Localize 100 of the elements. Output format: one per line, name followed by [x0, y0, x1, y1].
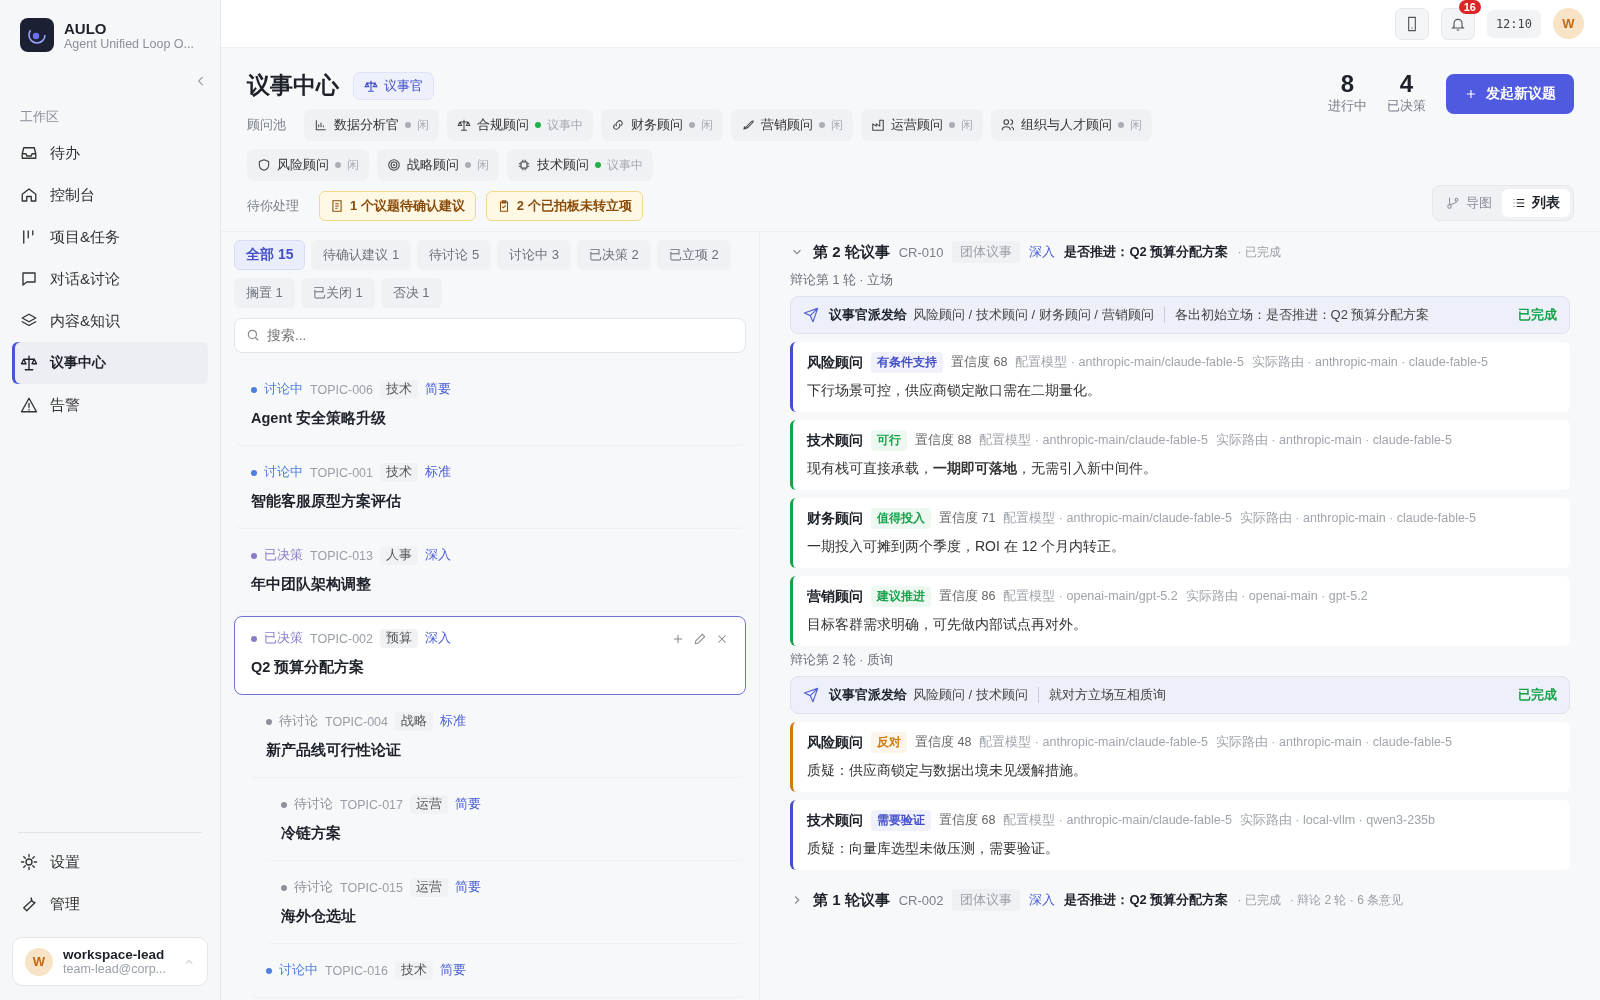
advisor-name: 风险顾问: [807, 733, 863, 752]
confidence: 置信度 68: [951, 354, 1008, 371]
plus-icon: [1464, 87, 1478, 101]
filter-tab[interactable]: 否决 1: [380, 278, 442, 308]
topic-item[interactable]: 待讨论 TOPIC-004 战略 标准 新产品线可行性论证: [249, 699, 746, 778]
nav-item[interactable]: 控制台: [12, 174, 208, 216]
advisor-chip[interactable]: 财务顾问 闲: [601, 109, 723, 141]
nav-item[interactable]: 管理: [12, 883, 208, 925]
section-label: 工作区: [19, 108, 60, 126]
route-info: 实际路由 · anthropic-main · claude-fable-5: [1215, 432, 1452, 449]
topic-tag: 运营: [410, 878, 448, 897]
advisor-chip[interactable]: 组织与人才顾问 闲: [991, 109, 1152, 141]
stance-tag: 建议推进: [871, 586, 931, 607]
depth-label: 深入: [425, 547, 451, 564]
topic-status: 讨论中: [279, 962, 318, 979]
filter-tab[interactable]: 搁置 1: [234, 278, 295, 308]
document-icon: [330, 199, 344, 213]
advisor-status: 闲: [1130, 116, 1142, 134]
topic-status: 已决策: [264, 547, 303, 564]
round-label: 辩论第 1 轮 · 立场: [790, 272, 894, 289]
inbox-icon: [20, 144, 38, 162]
stat-label: 进行中: [1328, 98, 1367, 115]
topic-item[interactable]: 讨论中 TOPIC-016 技术 简要: [249, 948, 746, 998]
filter-tab[interactable]: 已关闭 1: [300, 278, 375, 308]
topic-title: Agent 安全策略升级: [251, 409, 388, 428]
advisor-chip[interactable]: 风险顾问 闲: [247, 149, 369, 181]
model-info: 配置模型 · anthropic-main/claude-fable-5: [1015, 354, 1244, 371]
advisor-chip[interactable]: 数据分析官 闲: [304, 109, 439, 141]
filter-tab[interactable]: 待确认建议 1: [311, 240, 412, 270]
advisor-chip[interactable]: 战略顾问 闲: [377, 149, 499, 181]
pending-label: 待你处理: [247, 197, 299, 215]
advisor-name: 技术顾问: [807, 431, 863, 450]
depth-label: 简要: [455, 796, 481, 813]
model-info: 配置模型 · openai-main/gpt-5.2: [1003, 588, 1178, 605]
topic-id: TOPIC-017: [340, 797, 403, 812]
nav-item[interactable]: 设置: [12, 841, 208, 883]
stance-tag: 反对: [871, 732, 907, 753]
filter-tab[interactable]: 已立项 2: [656, 240, 731, 270]
view-tab[interactable]: 列表: [1502, 189, 1570, 217]
filter-tab[interactable]: 全部 15: [234, 240, 306, 270]
topic-item[interactable]: 讨论中 TOPIC-001 技术 标准 智能客服原型方案评估: [234, 450, 746, 529]
nav-item[interactable]: 告警: [12, 384, 208, 426]
user-email: team-lead@corp...: [63, 962, 167, 976]
topic-tag: 运营: [410, 795, 448, 814]
advisor-name: 风险顾问: [807, 353, 863, 372]
opinion-text: 一期投入可摊到两个季度，ROI 在 12 个月内转正。: [807, 538, 1127, 556]
depth-label: 标准: [425, 464, 451, 481]
device-button[interactable]: [1394, 7, 1429, 40]
branch-icon: [1446, 196, 1460, 210]
model-info: 配置模型 · anthropic-main/claude-fable-5: [979, 734, 1208, 751]
depth-label: 深入: [1029, 243, 1056, 261]
pending-button[interactable]: 1 个议题待确认建议: [319, 191, 476, 221]
session-code: CR-010: [898, 244, 944, 260]
advisor-name: 财务顾问: [807, 509, 863, 528]
route-info: 实际路由 · anthropic-main · claude-fable-5: [1215, 734, 1452, 751]
session-title: 第 1 轮议事: [813, 890, 890, 910]
topic-item[interactable]: 已决策 TOPIC-013 人事 深入 年中团队架构调整: [234, 533, 746, 612]
model-info: 配置模型 · anthropic-main/claude-fable-5: [1003, 812, 1232, 829]
opinion-text: 质疑：供应商锁定与数据出境未见缓解措施。: [807, 762, 1088, 780]
session-status: · 已完成: [1237, 243, 1281, 261]
advisor-chip[interactable]: 营销顾问 闲: [731, 109, 853, 141]
filter-tab[interactable]: 已决策 2: [577, 240, 651, 270]
user-name: workspace-lead: [63, 947, 166, 962]
nav-item[interactable]: 待办: [12, 132, 208, 174]
session-status: · 已完成: [1237, 891, 1281, 909]
advisor-chip[interactable]: 合规顾问 议事中: [447, 109, 593, 141]
user-card[interactable]: W workspace-lead team-lead@corp...: [12, 937, 208, 986]
chip-icon: [517, 158, 531, 172]
advisor-status: 闲: [347, 156, 359, 174]
nav-item[interactable]: 对话&讨论: [12, 258, 208, 300]
round-label: 辩论第 2 轮 · 质询: [790, 652, 894, 669]
new-topic-button[interactable]: 发起新议题: [1446, 74, 1574, 114]
confidence: 置信度 68: [939, 812, 996, 829]
topic-id: TOPIC-004: [325, 714, 388, 729]
topic-item[interactable]: 待讨论 TOPIC-015 运营 简要 海外仓选址: [264, 865, 746, 944]
advisor-chip[interactable]: 技术顾问 议事中: [507, 149, 653, 181]
search-field[interactable]: 搜索...: [234, 318, 746, 353]
pending-button[interactable]: 2 个已拍板未转立项: [485, 191, 643, 221]
topic-tag: 技术: [380, 463, 418, 482]
depth-label: 标准: [440, 713, 466, 730]
advisor-chip[interactable]: 运营顾问 闲: [861, 109, 983, 141]
clock: 12:10: [1486, 9, 1541, 38]
advisor-status: 闲: [961, 116, 973, 134]
topic-item[interactable]: 待讨论 TOPIC-017 运营 简要 冷链方案: [264, 782, 746, 861]
opinion-text: 目标客群需求明确，可先做内部试点再对外。: [807, 616, 1088, 634]
topic-status: 待讨论: [279, 713, 318, 730]
topic-status: 讨论中: [264, 381, 303, 398]
topic-item[interactable]: 已决策 TOPIC-002 预算 深入 Q2 预算分配方案: [234, 616, 746, 695]
topic-item[interactable]: 讨论中 TOPIC-006 技术 简要 Agent 安全策略升级: [234, 367, 746, 446]
filter-tab[interactable]: 待讨论 5: [417, 240, 492, 270]
depth-label: 简要: [425, 381, 451, 398]
target-icon: [387, 158, 401, 172]
nav-item[interactable]: 议事中心: [12, 342, 208, 384]
dispatch-from: 议事官派发给: [829, 686, 907, 704]
nav-item[interactable]: 项目&任务: [12, 216, 208, 258]
session-title: 第 2 轮议事: [813, 242, 890, 262]
edit-icon[interactable]: [693, 631, 707, 646]
filter-tab[interactable]: 讨论中 3: [497, 240, 571, 270]
topic-status: 已决策: [264, 630, 303, 647]
nav-item[interactable]: 内容&知识: [12, 300, 208, 342]
